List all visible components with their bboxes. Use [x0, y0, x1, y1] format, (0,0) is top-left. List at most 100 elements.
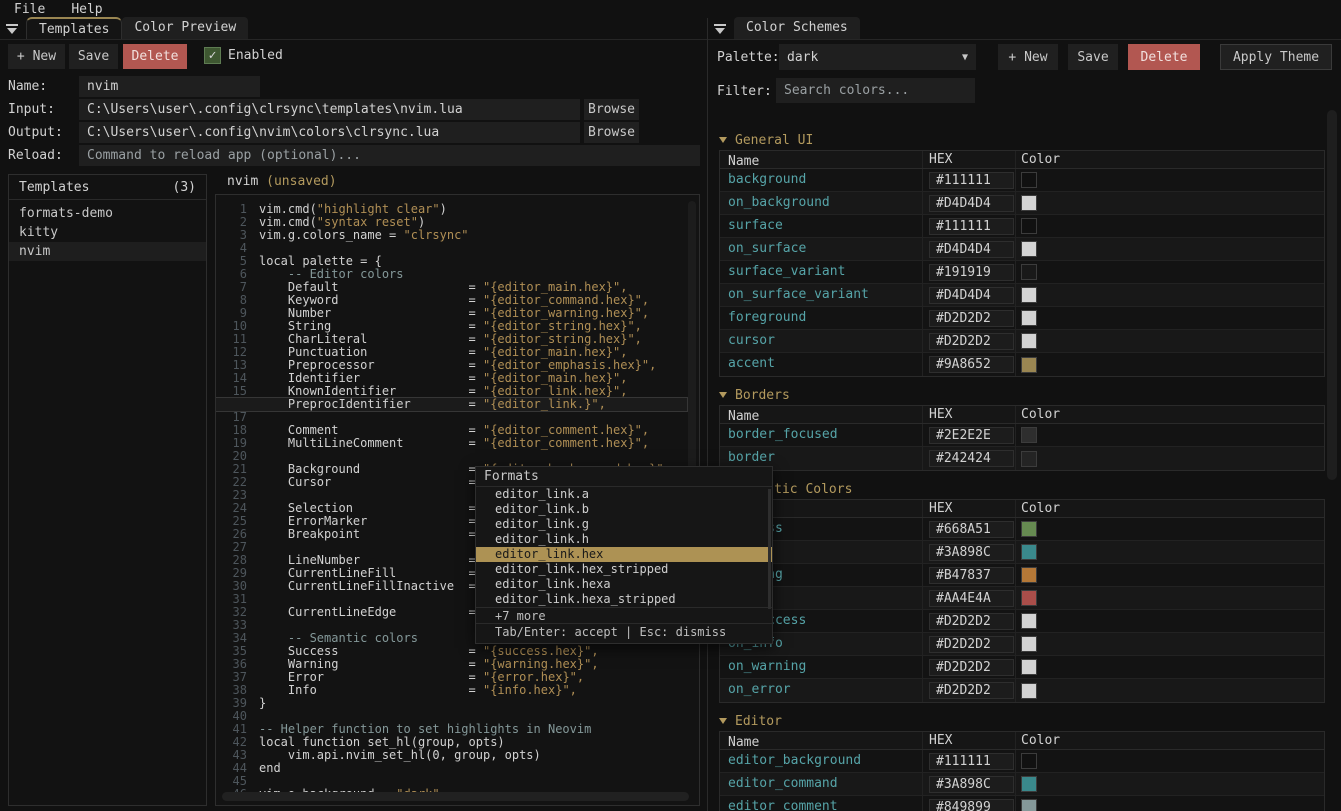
autocomplete-item-editor_link.h[interactable]: editor_link.h: [476, 532, 772, 547]
hex-value-input[interactable]: #668A51: [929, 521, 1014, 538]
output-path-field[interactable]: [79, 122, 580, 143]
color-swatch[interactable]: [1021, 287, 1037, 303]
left-tab-bar: Templates Color Preview: [0, 18, 707, 40]
hex-value-input[interactable]: #D2D2D2: [929, 613, 1014, 630]
column-hex: HEX: [923, 500, 1016, 517]
hex-value-input[interactable]: #111111: [929, 172, 1014, 189]
hex-value-input[interactable]: #3A898C: [929, 776, 1014, 793]
color-swatch[interactable]: [1021, 357, 1037, 373]
color-name: surface: [720, 215, 923, 237]
color-swatch[interactable]: [1021, 544, 1037, 560]
color-row-warning: warning#B47837: [720, 564, 1324, 587]
hex-value-input[interactable]: #D2D2D2: [929, 659, 1014, 676]
delete-palette-button[interactable]: Delete: [1128, 44, 1200, 70]
hex-value-input[interactable]: #191919: [929, 264, 1014, 281]
input-path-field[interactable]: [79, 99, 580, 120]
section-header-semantic-colors[interactable]: Semantic Colors: [719, 479, 1325, 499]
hex-value-input[interactable]: #2E2E2E: [929, 427, 1014, 444]
color-swatch[interactable]: [1021, 218, 1037, 234]
save-palette-button[interactable]: Save: [1068, 44, 1118, 70]
section-header-general-ui[interactable]: General UI: [719, 130, 1325, 150]
template-list-item-kitty[interactable]: kitty: [9, 223, 206, 242]
palette-dropdown[interactable]: dark ▼: [779, 44, 976, 70]
color-swatch[interactable]: [1021, 776, 1037, 792]
autocomplete-item-editor_link.hex[interactable]: editor_link.hex: [476, 547, 772, 562]
color-swatch[interactable]: [1021, 264, 1037, 280]
color-row-border: border#242424: [720, 447, 1324, 470]
color-swatch[interactable]: [1021, 613, 1037, 629]
autocomplete-item-editor_link.b[interactable]: editor_link.b: [476, 502, 772, 517]
editor-horizontal-scrollbar[interactable]: [222, 792, 689, 801]
hex-value-input[interactable]: #D4D4D4: [929, 287, 1014, 304]
collapse-panel-icon[interactable]: [6, 24, 18, 34]
save-template-button[interactable]: Save: [69, 44, 118, 69]
new-palette-button[interactable]: + New: [998, 44, 1058, 70]
color-swatch[interactable]: [1021, 427, 1037, 443]
color-swatch[interactable]: [1021, 590, 1037, 606]
template-list-item-nvim[interactable]: nvim: [9, 242, 206, 261]
hex-value-input[interactable]: #242424: [929, 450, 1014, 467]
right-tab-bar: Color Schemes: [708, 18, 1341, 40]
autocomplete-item-editor_link.g[interactable]: editor_link.g: [476, 517, 772, 532]
hex-value-input[interactable]: #3A898C: [929, 544, 1014, 561]
right-panel-scrollbar[interactable]: [1327, 110, 1337, 480]
color-swatch[interactable]: [1021, 310, 1037, 326]
reload-command-input[interactable]: [79, 145, 700, 166]
color-swatch[interactable]: [1021, 683, 1037, 699]
hex-value-input[interactable]: #111111: [929, 753, 1014, 770]
hex-value-input[interactable]: #D4D4D4: [929, 241, 1014, 258]
section-header-borders[interactable]: Borders: [719, 385, 1325, 405]
hex-value-input[interactable]: #111111: [929, 218, 1014, 235]
color-filter-input[interactable]: [776, 78, 975, 103]
hex-value-input[interactable]: #9A8652: [929, 356, 1014, 373]
hex-value-input[interactable]: #D2D2D2: [929, 333, 1014, 350]
hex-value-input[interactable]: #AA4E4A: [929, 590, 1014, 607]
color-name: editor_command: [720, 773, 923, 795]
column-name: Name: [720, 732, 923, 749]
collapse-schemes-icon[interactable]: [714, 24, 726, 34]
menu-help[interactable]: Help: [71, 2, 102, 17]
input-browse-button[interactable]: Browse: [584, 99, 639, 120]
delete-template-button[interactable]: Delete: [123, 44, 187, 69]
color-swatch[interactable]: [1021, 567, 1037, 583]
hex-value-input[interactable]: #849899: [929, 799, 1014, 811]
color-swatch[interactable]: [1021, 172, 1037, 188]
autocomplete-item-editor_link.hexa_stripped[interactable]: editor_link.hexa_stripped: [476, 592, 772, 607]
section-header-editor[interactable]: Editor: [719, 711, 1325, 731]
new-template-button[interactable]: + New: [8, 44, 65, 69]
popup-scrollbar[interactable]: [768, 489, 771, 609]
enabled-checkbox[interactable]: ✓: [204, 47, 221, 64]
name-label: Name:: [8, 79, 47, 94]
templates-list-title: Templates: [19, 180, 89, 195]
column-hex: HEX: [923, 732, 1016, 749]
color-swatch[interactable]: [1021, 521, 1037, 537]
editor-vertical-scrollbar[interactable]: [688, 201, 696, 481]
hex-value-input[interactable]: #B47837: [929, 567, 1014, 584]
color-swatch[interactable]: [1021, 195, 1037, 211]
tab-color-schemes[interactable]: Color Schemes: [734, 17, 860, 39]
hex-value-input[interactable]: #D4D4D4: [929, 195, 1014, 212]
color-swatch[interactable]: [1021, 241, 1037, 257]
tab-color-preview[interactable]: Color Preview: [122, 17, 248, 39]
hex-value-input[interactable]: #D2D2D2: [929, 310, 1014, 327]
color-name: editor_background: [720, 750, 923, 772]
color-swatch[interactable]: [1021, 451, 1037, 467]
hex-value-input[interactable]: #D2D2D2: [929, 636, 1014, 653]
menu-file[interactable]: File: [14, 2, 45, 17]
template-list-item-formats-demo[interactable]: formats-demo: [9, 204, 206, 223]
apply-theme-button[interactable]: Apply Theme: [1220, 44, 1332, 70]
name-input[interactable]: [79, 76, 260, 97]
autocomplete-item-editor_link.hexa[interactable]: editor_link.hexa: [476, 577, 772, 592]
output-browse-button[interactable]: Browse: [584, 122, 639, 143]
autocomplete-item-editor_link.hex_stripped[interactable]: editor_link.hex_stripped: [476, 562, 772, 577]
hex-value-input[interactable]: #D2D2D2: [929, 682, 1014, 699]
column-name: Name: [720, 406, 923, 423]
autocomplete-item-editor_link.a[interactable]: editor_link.a: [476, 487, 772, 502]
color-swatch[interactable]: [1021, 799, 1037, 811]
color-swatch[interactable]: [1021, 636, 1037, 652]
color-swatch[interactable]: [1021, 753, 1037, 769]
tab-templates[interactable]: Templates: [26, 17, 122, 39]
color-swatch[interactable]: [1021, 659, 1037, 675]
column-color: Color: [1016, 151, 1324, 168]
color-swatch[interactable]: [1021, 333, 1037, 349]
